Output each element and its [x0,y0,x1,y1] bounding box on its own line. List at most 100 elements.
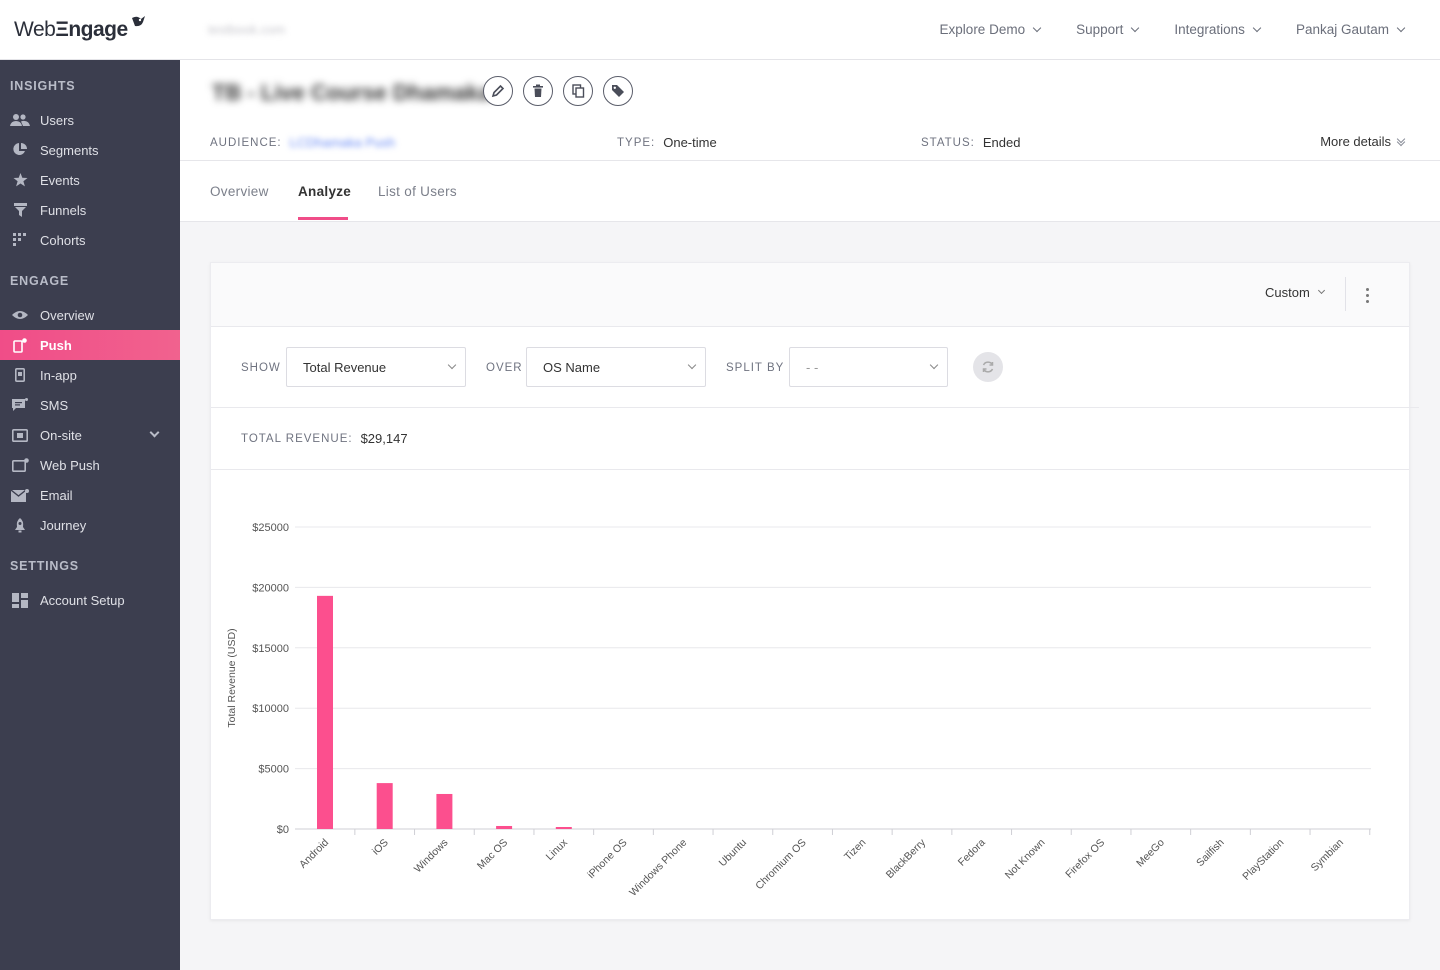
refresh-button[interactable] [973,352,1003,382]
journey-icon [10,517,30,533]
x-tick-label: Windows [412,837,451,876]
sidebar-item-label: Cohorts [40,232,86,248]
split-by-select-value: - - [806,359,819,375]
x-tick-label: Tizen [842,837,868,863]
bar[interactable] [436,793,453,829]
over-select[interactable]: OS Name [526,347,706,387]
dashboard-icon [10,592,30,608]
sidebar-item-label: SMS [40,397,69,413]
more-details-label: More details [1320,134,1391,149]
edit-button[interactable] [483,76,513,106]
sidebar-item-account-setup[interactable]: Account Setup [0,585,180,615]
x-tick-label: Firefox OS [1063,837,1107,881]
nav-support[interactable]: Support [1076,22,1140,37]
over-select-value: OS Name [543,359,601,375]
y-tick-label: $10000 [252,703,289,715]
sidebar-item-web-push[interactable]: Web Push [0,450,180,480]
card-toolbar: Custom [211,263,1409,327]
y-tick-label: $0 [277,824,289,836]
sidebar-item-sms[interactable]: SMS [0,390,180,420]
more-details-toggle[interactable]: More details [1320,134,1406,149]
nav-user-menu[interactable]: Pankaj Gautam [1295,22,1406,37]
nav-explore-demo-label: Explore Demo [939,22,1026,37]
section-title-insights: INSIGHTS [10,79,76,93]
sidebar-item-users[interactable]: Users [0,105,180,135]
date-range-label: Custom [1265,285,1310,300]
funnels-icon [10,202,30,218]
tag-button[interactable] [603,76,633,106]
sidebar-item-funnels[interactable]: Funnels [0,195,180,225]
tab-list-of-users[interactable]: List of Users [378,184,457,199]
double-chevron-down-icon [1396,134,1406,146]
audience-meta: AUDIENCE: LCDhamaka Push [210,135,395,150]
sidebar-item-overview[interactable]: Overview [0,300,180,330]
campaign-header: TB - Live Course Dhamaka AUDIENCE: LCDha… [180,60,1440,222]
section-title-engage: ENGAGE [10,274,69,288]
sidebar-item-cohorts[interactable]: Cohorts [0,225,180,255]
x-tick-label: BlackBerry [884,836,929,881]
refresh-icon [982,361,994,373]
chevron-down-icon[interactable] [149,427,160,438]
logo-text-web: Web [14,17,56,41]
push-icon [10,337,30,353]
chevron-down-icon [687,360,697,370]
nav-integrations-label: Integrations [1174,22,1245,37]
chevron-down-icon [929,360,939,370]
bar[interactable] [376,783,393,829]
sidebar-item-in-app[interactable]: In-app [0,360,180,390]
sidebar-item-on-site[interactable]: On-site [0,420,180,450]
webengage-logo[interactable]: Web Ξngage [0,15,180,42]
copy-button[interactable] [563,76,593,106]
bar[interactable] [317,595,333,829]
sidebar-item-label: Push [40,337,72,353]
chevron-down-icon [1317,286,1325,295]
tab-analyze[interactable]: Analyze [298,184,351,199]
sidebar-item-events[interactable]: Events [0,165,180,195]
bar[interactable] [496,825,513,829]
more-options-icon[interactable] [1359,283,1375,307]
tab-overview[interactable]: Overview [210,184,269,199]
sidebar-item-email[interactable]: Email [0,480,180,510]
chevron-down-icon [1252,23,1262,32]
sidebar: INSIGHTS Users Segments Events Funnels C… [0,60,180,970]
copy-icon [571,84,584,98]
total-revenue-value: $29,147 [360,431,408,446]
users-icon [10,112,30,128]
divider [180,160,1440,161]
account-switcher[interactable]: testbook.com [208,22,285,37]
date-range-dropdown[interactable]: Custom [1265,285,1325,300]
sidebar-item-label: Overview [40,307,95,323]
active-tab-indicator [298,217,348,220]
sidebar-item-journey[interactable]: Journey [0,510,180,540]
sidebar-item-push[interactable]: Push [0,330,180,360]
type-meta: TYPE: One-time [617,135,717,150]
x-tick-label: Ubuntu [717,837,750,870]
show-select[interactable]: Total Revenue [286,347,466,387]
total-revenue-label: TOTAL REVENUE: [241,432,353,445]
y-tick-label: $5000 [258,764,289,776]
nav-user-name: Pankaj Gautam [1295,22,1389,37]
sidebar-item-segments[interactable]: Segments [0,135,180,165]
analytics-card: Custom SHOW Total Revenue OVER OS Name S… [210,262,1419,920]
x-tick-label: Mac OS [475,837,510,872]
eye-icon [10,307,30,323]
split-by-label: SPLIT BY [726,362,785,374]
audience-label: AUDIENCE: [210,136,282,149]
logo-bird-icon [131,15,145,26]
edit-icon [491,84,505,98]
delete-button[interactable] [523,76,553,106]
filter-bar: SHOW Total Revenue OVER OS Name SPLIT BY… [211,327,1419,408]
show-select-value: Total Revenue [303,359,387,375]
nav-explore-demo[interactable]: Explore Demo [939,22,1042,37]
top-bar: Web Ξngage testbook.com Explore Demo Supp… [0,0,1440,60]
segments-icon [10,142,30,158]
split-by-select[interactable]: - - [789,347,948,387]
bar[interactable] [555,827,572,829]
sidebar-item-label: Events [40,172,80,188]
chevron-down-icon [447,360,457,370]
audience-link[interactable]: LCDhamaka Push [290,135,396,150]
total-revenue-summary: TOTAL REVENUE: $29,147 [211,408,1409,470]
sidebar-item-label: Account Setup [40,592,125,608]
section-title-settings: SETTINGS [10,559,79,573]
nav-integrations[interactable]: Integrations [1174,22,1262,37]
